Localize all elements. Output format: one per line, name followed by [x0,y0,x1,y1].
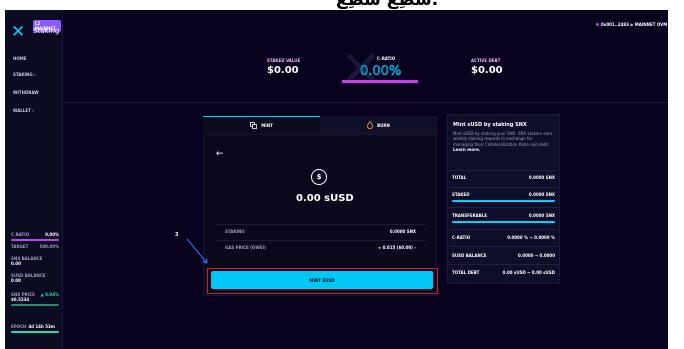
snx-price-value: $0.5234 [11,297,30,302]
mint-amount: 0.00 sUSD [296,193,354,204]
info-row-label: TRANSFERABLE [452,213,488,218]
back-arrow-icon[interactable]: ← [216,149,224,159]
flame-icon [367,121,374,129]
sidebar-cratio-value: 0.00% [45,232,59,237]
staked-value: $0.00 [267,65,299,76]
synthetix-logo-icon: ✕ [11,22,25,42]
info-row-value: 0.0000 SNX [528,213,555,218]
sidebar-snx-balance: SNX BALANCE 0.00 [11,256,59,266]
active-debt-value: $0.00 [471,65,503,76]
sidebar: ✕ L2 MAINNET Staking HOME STAKING › WITH… [5,10,63,349]
epoch-bar [11,331,59,333]
learn-more-link[interactable]: Learn more. [453,147,480,152]
info-row-staked: STAKED 0.0000 SNX [452,192,555,197]
top-strip: سْطِعْ سْطِعْ. [0,0,684,10]
cratio-bar [11,239,59,241]
header-divider [64,102,668,103]
mint-susd-button[interactable]: MINT sUSD [211,271,433,289]
info-row-total-debt: TOTAL DEBT 0.00 sUSD → 0.00 sUSD [452,270,555,275]
snx-balance-value: 0.00 [11,261,21,266]
info-separator [449,246,558,247]
gas-price-value: ≈ 0.015 ($0.00) › [377,245,416,250]
tab-mint-label: MINT [261,123,273,128]
info-row-label: sUSD BALANCE [452,253,487,258]
transferable-bar [452,221,555,223]
sidebar-target-value: 500.00% [39,244,59,249]
info-row-label: STAKED [452,192,470,197]
active-debt-label: ACTIVE DEBT [471,58,501,63]
info-row-label: TOTAL DEBT [452,270,480,275]
info-row-label: C-RATIO [452,235,471,240]
sidebar-item-wallet[interactable]: WALLET › [13,108,34,113]
gas-price-label: GAS PRICE (GWEI) [225,245,266,250]
epoch-value: 4d 14h 53m [28,324,55,329]
detail-separator [216,240,426,241]
susd-coin-icon: $ [311,169,327,185]
info-row-value: 0.0000 SNX [528,192,555,197]
annotation-number: 3 [175,232,179,238]
info-separator [449,207,558,208]
active-debt-stat: ACTIVE DEBT $0.00 [471,58,503,76]
wallet-status-dot [596,23,599,26]
snx-price-change: ▲ 0.94% [40,292,59,297]
tab-burn[interactable]: BURN [320,116,437,134]
annotation-arrow-icon [186,238,208,264]
staked-value-stat: STAKED VALUE $0.00 [267,58,300,76]
sidebar-cratio-label: C-RATIO [11,232,30,237]
tab-mint[interactable]: MINT [203,116,320,134]
mint-icon [250,122,258,129]
info-row-total: TOTAL 0.0000 SNX [452,175,555,180]
staked-bar [452,200,555,202]
info-title: Mint sUSD by staking SNX [453,122,527,128]
wallet-address: 0x001..2483 ◈ MAINNET OVM [601,22,668,27]
staking-label: STAKING [225,229,245,234]
staked-value-label: STAKED VALUE [267,58,301,63]
info-row-value: 0.0000 → 0.0000 [517,253,555,258]
info-row-value: 0.00 sUSD → 0.00 sUSD [502,270,555,275]
info-row-transferable: TRANSFERABLE 0.0000 SNX [452,213,555,218]
info-row-value: 0.0000 SNX [528,175,555,180]
info-description: Mint sUSD by staking your SNX. SNX stake… [453,131,553,153]
staking-row: STAKING 0.0000 SNX [225,229,416,234]
coin-symbol: $ [316,173,322,181]
info-row-value: 0.0000 % → 0.0000 % [507,235,555,240]
info-row-susd-balance: sUSD BALANCE 0.0000 → 0.0000 [452,253,555,258]
info-separator [449,170,558,171]
susd-balance-value: 0.00 [11,278,21,283]
sidebar-cratio: C-RATIO 0.00% TARGET 500.00% [11,232,59,249]
sidebar-item-withdraw[interactable]: WITHDRAW [13,90,39,95]
info-row-cratio: C-RATIO 0.0000 % → 0.0000 % [452,235,555,240]
sidebar-item-home[interactable]: HOME [13,56,26,61]
cratio-indicator-bar [342,80,418,83]
sidebar-item-staking[interactable]: STAKING › [13,72,36,77]
logo[interactable]: ✕ L2 MAINNET Staking [11,18,61,44]
top-strip-text: سْطِعْ سْطِعْ. [336,0,439,10]
staking-value: 0.0000 SNX [389,229,416,234]
cratio-value: 0.00% [360,64,402,80]
tab-burn-label: BURN [377,122,390,128]
info-row-label: TOTAL [452,175,467,180]
epoch-label: EPOCH [11,324,27,329]
info-separator [449,187,558,188]
snx-price-sparkline [11,304,59,306]
sidebar-epoch: EPOCH 4d 14h 53m [11,324,59,333]
sidebar-snx-price: SNX PRICE ▲ 0.94% $0.5234 [11,292,59,306]
gas-price-row[interactable]: GAS PRICE (GWEI) ≈ 0.015 ($0.00) › [225,245,416,250]
wallet-button[interactable]: 0x001..2483 ◈ MAINNET OVM [596,22,667,27]
sidebar-target-label: TARGET [11,244,29,249]
info-separator [449,264,558,265]
sidebar-susd-balance: sUSD BALANCE 0.00 [11,273,59,283]
action-tabs: MINT BURN [203,116,437,134]
cratio-label: C-RATIO [377,56,396,61]
info-desc-text: Mint sUSD by staking your SNX. SNX stake… [453,131,553,147]
logo-text: Staking [33,27,60,35]
detail-separator [216,224,426,225]
info-separator [449,229,558,230]
